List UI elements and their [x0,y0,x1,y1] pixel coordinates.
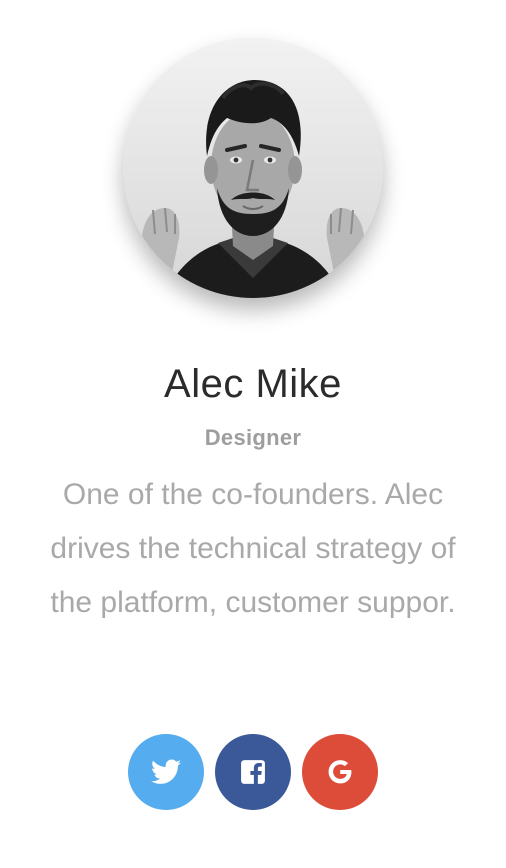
avatar [123,38,383,298]
team-member-card: Alec Mike Designer One of the co-founder… [0,0,506,868]
google-plus-button[interactable] [302,734,378,810]
member-bio: One of the co-founders. Alec drives the … [50,478,456,619]
social-links [0,734,506,810]
twitter-icon [151,759,181,784]
google-plus-icon [328,760,352,784]
twitter-button[interactable] [128,734,204,810]
member-name: Alec Mike [164,362,342,406]
member-role: Designer [204,425,302,450]
facebook-button[interactable] [215,734,291,810]
avatar-photo [123,38,383,298]
facebook-icon [241,760,265,785]
